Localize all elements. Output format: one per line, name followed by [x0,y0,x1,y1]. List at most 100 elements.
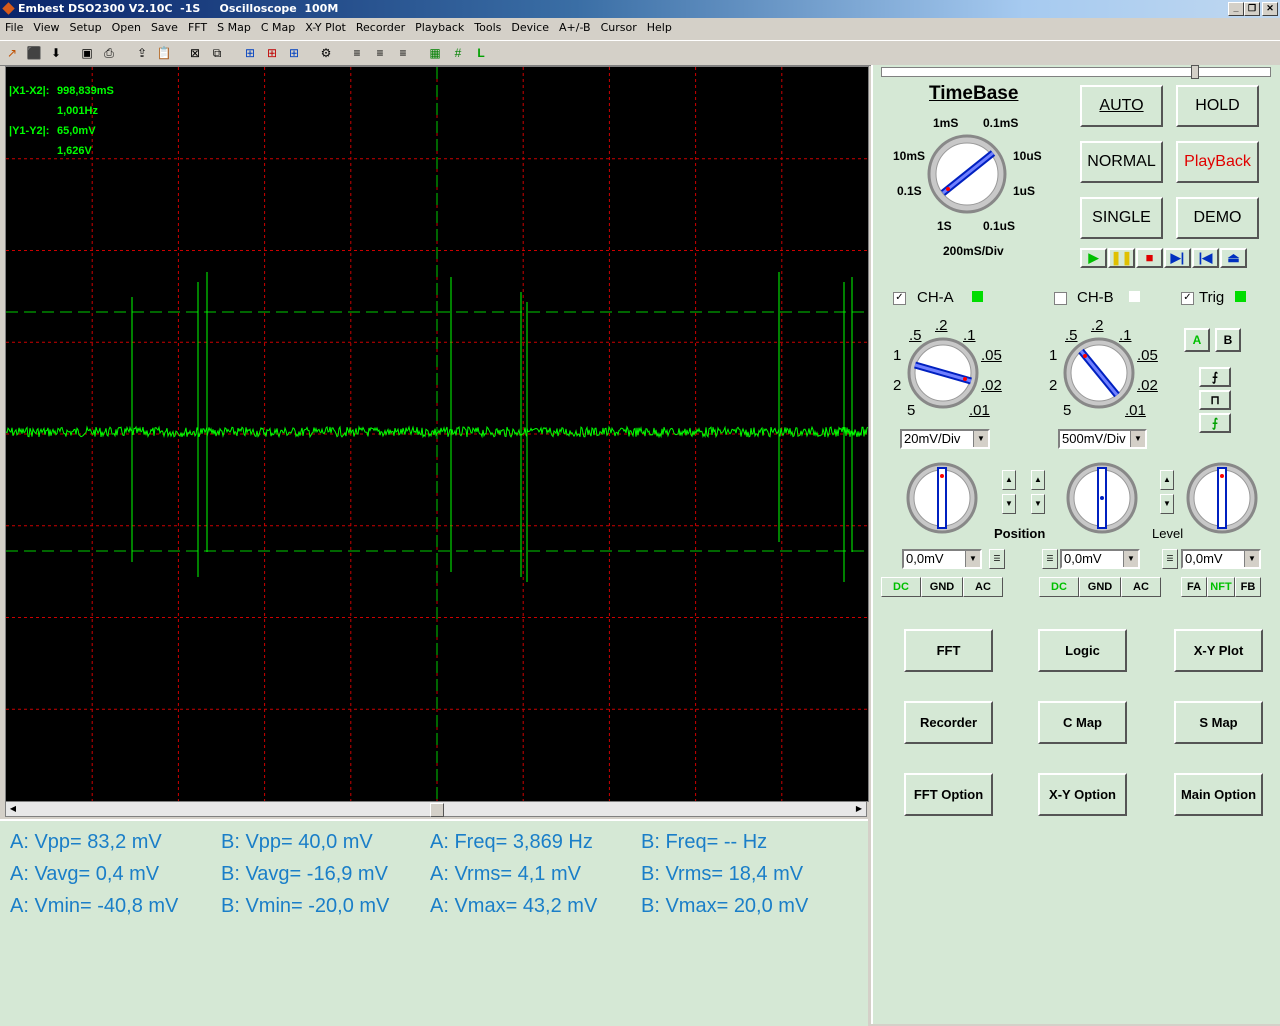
menu-smap[interactable]: S Map [212,19,256,37]
oscilloscope-screen[interactable]: |X1-X2|: 998,839mS 1,001Hz |Y1-Y2|: 65,0… [5,66,869,802]
auto-button[interactable]: AUTO [1080,85,1163,127]
ch-a-pos-up-icon[interactable]: ▲ [1002,470,1016,490]
trig-fb-button[interactable]: FB [1235,577,1261,597]
chevron-down-icon[interactable]: ▼ [965,551,980,567]
ch-a-dc-button[interactable]: DC [881,577,921,597]
cmap-button[interactable]: C Map [1038,701,1127,744]
ch-b-volt-div-select[interactable]: 500mV/Div ▼ [1058,429,1147,449]
single-button[interactable]: SINGLE [1080,197,1163,239]
logic-button[interactable]: Logic [1038,629,1127,672]
eject-icon[interactable]: ⏏ [1220,248,1247,268]
level-down-icon[interactable]: ▼ [1160,494,1174,514]
menu-aplusminusb[interactable]: A+/-B [554,19,596,37]
menu-file[interactable]: File [0,19,28,37]
ch-a-offset-select[interactable]: 0,0mV ▼ [902,549,982,569]
ch-b-checkbox[interactable] [1054,292,1067,305]
grid-icon[interactable]: ▦ [426,44,444,62]
minimize-icon[interactable]: _ [1228,2,1244,16]
ch-a-ac-button[interactable]: AC [963,577,1003,597]
hold-button[interactable]: HOLD [1176,85,1259,127]
paste-icon[interactable]: 📋 [155,44,173,62]
ch-a-position-knob[interactable] [905,461,981,537]
restore-icon[interactable]: ❐ [1244,2,1260,16]
menu-open[interactable]: Open [107,19,146,37]
menu-setup[interactable]: Setup [65,19,107,37]
align-center-icon[interactable]: ≡ [371,44,389,62]
level-up-icon[interactable]: ▲ [1160,470,1174,490]
trig-fa-button[interactable]: FA [1181,577,1207,597]
menu-tools[interactable]: Tools [469,19,506,37]
menu-fft[interactable]: FFT [183,19,212,37]
ch-a-pos-down-icon[interactable]: ▼ [1002,494,1016,514]
trig-rising-edge-icon[interactable]: ⨍ [1199,367,1231,387]
ch-b-ac-button[interactable]: AC [1121,577,1161,597]
demo-button[interactable]: DEMO [1176,197,1259,239]
chevron-down-icon[interactable]: ▼ [1244,551,1259,567]
cursor-v1-icon[interactable]: ⊞ [241,44,259,62]
ch-b-gnd-button[interactable]: GND [1079,577,1121,597]
menu-recorder[interactable]: Recorder [351,19,410,37]
delete-icon[interactable]: ⊠ [186,44,204,62]
export-icon[interactable]: ⇪ [133,44,151,62]
trig-falling-edge-icon[interactable]: ⨍ [1199,413,1231,433]
menu-save[interactable]: Save [146,19,183,37]
normal-button[interactable]: NORMAL [1080,141,1163,183]
ch-a-volt-div-select[interactable]: 20mV/Div ▼ [900,429,990,449]
align-right-icon[interactable]: ≡ [394,44,412,62]
trig-checkbox[interactable]: ✓ [1181,292,1194,305]
ch-b-dc-button[interactable]: DC [1039,577,1079,597]
chart-icon[interactable]: ↗ [3,44,21,62]
chevron-down-icon[interactable]: ▼ [1130,431,1145,447]
scroll-right-icon[interactable]: ▶ [852,802,866,816]
cursor-v3-icon[interactable]: ⊞ [285,44,303,62]
pause-icon[interactable]: ❚❚ [1108,248,1135,268]
ch-b-pos-up-icon[interactable]: ▲ [1031,470,1045,490]
align-left-icon[interactable]: ≡ [348,44,366,62]
settings-icon[interactable]: ⚙ [317,44,335,62]
scroll-thumb[interactable] [430,803,444,817]
menu-playback[interactable]: Playback [410,19,469,37]
playback-button[interactable]: PlayBack [1176,141,1259,183]
trig-source-b-button[interactable]: B [1215,328,1241,352]
dots-grid-icon[interactable]: # [449,44,467,62]
ch-b-offset-select[interactable]: 0,0mV ▼ [1060,549,1140,569]
step-forward-icon[interactable]: ▶| [1164,248,1191,268]
top-slider-thumb[interactable] [1191,65,1199,79]
stop-icon[interactable]: ■ [1136,248,1163,268]
xy-plot-button[interactable]: X-Y Plot [1174,629,1263,672]
recorder-button[interactable]: Recorder [904,701,993,744]
trigger-level-knob[interactable] [1185,461,1261,537]
xy-option-button[interactable]: X-Y Option [1038,773,1127,816]
close-icon[interactable]: ✕ [1262,2,1278,16]
save-icon[interactable]: ⬇ [47,44,65,62]
menu-xyplot[interactable]: X-Y Plot [300,19,351,37]
top-slider-track[interactable] [881,67,1271,77]
ch-b-offset-reset-icon[interactable]: ☰ [1042,549,1058,569]
smap-button[interactable]: S Map [1174,701,1263,744]
trig-source-a-button[interactable]: A [1184,328,1210,352]
copy-icon[interactable]: ⧉ [208,44,226,62]
cursor-v2-icon[interactable]: ⊞ [263,44,281,62]
main-option-button[interactable]: Main Option [1174,773,1263,816]
menu-device[interactable]: Device [506,19,554,37]
step-back-icon[interactable]: |◀ [1192,248,1219,268]
menu-view[interactable]: View [28,19,64,37]
chevron-down-icon[interactable]: ▼ [973,431,988,447]
scroll-left-icon[interactable]: ◀ [6,802,20,816]
ch-b-position-knob[interactable] [1065,461,1141,537]
fft-option-button[interactable]: FFT Option [904,773,993,816]
ch-b-pos-down-icon[interactable]: ▼ [1031,494,1045,514]
menu-cmap[interactable]: C Map [256,19,300,37]
trig-pulse-icon[interactable]: ⊓ [1199,390,1231,410]
fft-button[interactable]: FFT [904,629,993,672]
menu-cursor[interactable]: Cursor [596,19,642,37]
trig-level-select[interactable]: 0,0mV ▼ [1181,549,1261,569]
load-icon[interactable]: ⬛ [25,44,43,62]
trig-level-reset-icon[interactable]: ☰ [1162,549,1178,569]
play-icon[interactable]: ▶ [1080,248,1107,268]
line-mode-icon[interactable]: L [472,44,490,62]
menu-help[interactable]: Help [642,19,677,37]
horizontal-scrollbar[interactable]: ◀ ▶ [5,801,867,817]
ch-a-gnd-button[interactable]: GND [921,577,963,597]
trig-nft-button[interactable]: NFT [1207,577,1235,597]
